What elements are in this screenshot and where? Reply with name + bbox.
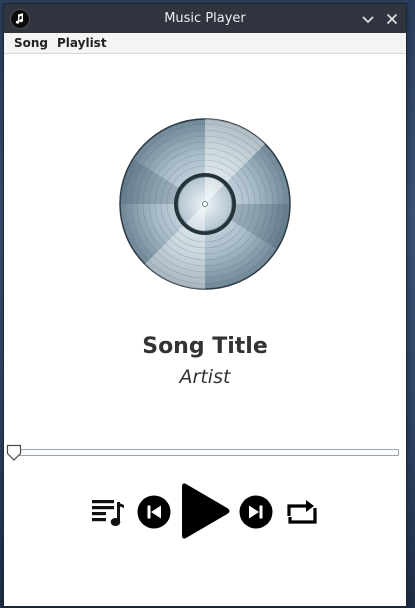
minimize-icon bbox=[362, 16, 374, 24]
minimize-button[interactable] bbox=[358, 9, 378, 29]
playlist-icon bbox=[92, 500, 124, 526]
seek-bar[interactable] bbox=[14, 449, 399, 456]
playlist-button[interactable] bbox=[90, 496, 126, 528]
menu-playlist[interactable]: Playlist bbox=[57, 33, 107, 53]
repeat-button[interactable] bbox=[284, 496, 320, 528]
playback-controls bbox=[4, 474, 406, 549]
previous-button[interactable] bbox=[137, 495, 171, 529]
close-icon bbox=[386, 13, 398, 25]
seek-handle[interactable] bbox=[6, 444, 22, 462]
menu-song[interactable]: Song bbox=[14, 33, 48, 53]
repeat-icon bbox=[287, 500, 317, 524]
song-title: Song Title bbox=[142, 334, 268, 359]
vinyl-record-image bbox=[119, 118, 291, 290]
close-button[interactable] bbox=[382, 9, 402, 29]
previous-icon bbox=[137, 495, 171, 529]
next-icon bbox=[239, 495, 273, 529]
play-icon bbox=[182, 483, 230, 539]
music-note-icon bbox=[10, 9, 30, 29]
title-bar[interactable]: Music Player bbox=[4, 4, 406, 33]
next-button[interactable] bbox=[239, 495, 273, 529]
artist-name: Artist bbox=[179, 366, 231, 388]
music-player-window: Music Player Song Playlist Song Title Ar… bbox=[4, 4, 406, 606]
play-button[interactable] bbox=[176, 480, 232, 542]
window-title: Music Player bbox=[164, 11, 246, 26]
menu-bar: Song Playlist bbox=[4, 33, 406, 54]
